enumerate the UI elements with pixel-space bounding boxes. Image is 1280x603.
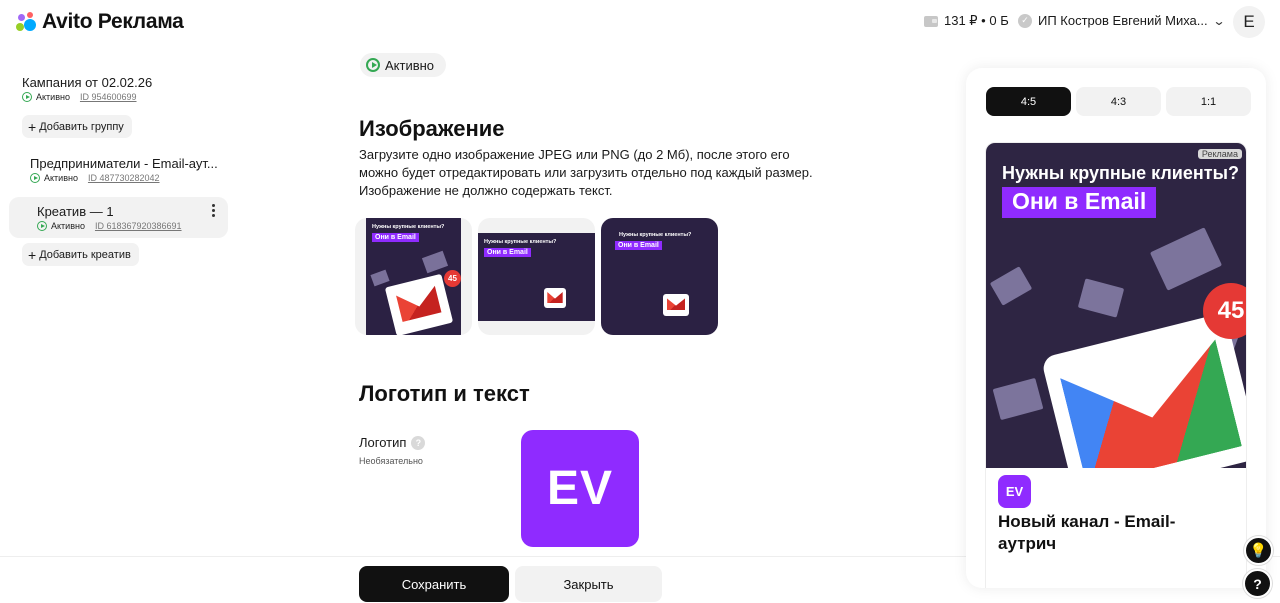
gmail-icon [663,294,689,316]
save-button[interactable]: Сохранить [359,566,509,602]
campaign-id[interactable]: ID 954600699 [80,92,137,102]
creative-status-text: Активно [51,221,85,231]
plus-icon: + [28,246,37,263]
thumbnail-tag: Они в Email [484,248,531,257]
gmail-icon [1040,312,1246,468]
add-creative-button[interactable]: + Добавить креатив [22,243,139,266]
campaign-status: Активно ID 954600699 [22,92,137,102]
more-menu-icon[interactable] [212,204,216,217]
envelope-icon [989,266,1033,306]
status-badge[interactable]: Активно [360,53,447,77]
gmail-icon [384,273,454,335]
help-icon[interactable]: ? [411,435,426,450]
tab-ratio-1-1[interactable]: 1:1 [1166,87,1251,116]
play-icon [37,221,47,231]
thumbnail-art: Нужны крупные клиенты? Они в Email 45 [366,218,461,335]
plus-icon: + [28,118,37,135]
add-group-button[interactable]: + Добавить группу [22,115,132,138]
image-section-title: Изображение [359,116,505,141]
avatar[interactable]: Е [1233,6,1265,38]
unread-badge: 45 [444,270,461,287]
ad-image: 45 Реклама Нужны крупные клиенты? Они в … [986,143,1246,468]
logo-optional-hint: Необязательно [359,456,423,466]
creative-item-selected[interactable]: Креатив — 1 Активно ID 618367920386691 [9,197,228,238]
account-switcher[interactable]: ✓ ИП Костров Евгений Миха... ⌄ [1018,13,1226,28]
avito-logo-icon [16,11,38,33]
play-icon [22,92,32,102]
campaign-status-text: Активно [36,92,70,102]
image-thumbnails: Нужны крупные клиенты? Они в Email 45 Ну… [355,218,718,335]
thumbnail-header: Нужны крупные клиенты? [484,239,557,245]
image-section-description: Загрузите одно изображение JPEG или PNG … [359,147,813,198]
logo-text: Avito Реклама [42,10,184,33]
tab-ratio-4-5[interactable]: 4:5 [986,87,1071,116]
logo-section-title: Логотип и текст [359,381,530,406]
envelope-icon [370,269,390,287]
creative-id[interactable]: ID 618367920386691 [95,221,182,231]
gmail-icon [544,288,566,308]
envelope-icon [1077,278,1125,318]
wallet-icon [924,15,938,27]
envelope-icon [421,250,449,274]
verified-icon: ✓ [1018,13,1032,28]
add-creative-label: Добавить креатив [39,248,131,261]
ad-preview-panel: 4:5 4:3 1:1 45 Реклама Нужны крупные кли… [966,68,1266,588]
thumbnail-header: Нужны крупные клиенты? [619,232,692,238]
status-text: Активно [385,57,435,73]
envelope-icon [1149,227,1223,291]
ad-image-tag: Они в Email [1002,187,1157,218]
help-button[interactable]: ? [1243,569,1272,598]
add-group-label: Добавить группу [39,120,124,133]
ad-image-header: Нужны крупные клиенты? [1002,163,1239,183]
ad-title: Новый канал - Email-аутрич [998,512,1176,553]
thumbnail-4-5[interactable]: Нужны крупные клиенты? Они в Email 45 [355,218,472,335]
ad-label: Реклама [1197,149,1242,159]
group-id[interactable]: ID 487730282042 [88,173,160,183]
logo-field-label: Логотип ? [359,435,426,450]
thumbnail-tag: Они в Email [615,241,662,250]
lightbulb-icon[interactable]: 💡 [1244,536,1273,565]
thumbnail-tag: Они в Email [372,233,419,242]
thumbnail-4-3[interactable]: Нужны крупные клиенты? Они в Email [478,218,595,335]
logo-upload[interactable]: EV [521,430,639,547]
ratio-tabs: 4:5 4:3 1:1 [986,87,1251,116]
group-status: Активно ID 487730282042 [30,173,160,183]
thumbnail-art: Нужны крупные клиенты? Они в Email [601,218,718,335]
group-status-text: Активно [44,173,78,183]
play-icon [30,173,40,183]
chevron-down-icon: ⌄ [1212,13,1226,28]
group-title[interactable]: Предприниматели - Email-аут... [30,156,218,171]
thumbnail-1-1[interactable]: Нужны крупные клиенты? Они в Email [601,218,718,335]
avito-logo[interactable]: Avito Реклама [16,10,184,34]
close-button[interactable]: Закрыть [515,566,662,602]
creative-title: Креатив — 1 [37,204,114,219]
balance-value: 131 ₽ • 0 Б [944,13,1009,28]
ad-card-preview: 45 Реклама Нужны крупные клиенты? Они в … [985,142,1247,588]
thumbnail-art: Нужны крупные клиенты? Они в Email [478,233,595,321]
thumbnail-header: Нужны крупные клиенты? [372,224,445,230]
envelope-icon [992,377,1044,421]
tab-ratio-4-3[interactable]: 4:3 [1076,87,1161,116]
creative-status: Активно ID 618367920386691 [37,221,182,231]
logo-label-text: Логотип [359,435,407,450]
balance[interactable]: 131 ₽ • 0 Б [924,13,1009,29]
account-name: ИП Костров Евгений Миха... [1038,13,1208,28]
campaign-title[interactable]: Кампания от 02.02.26 [22,75,152,90]
ad-logo: EV [998,475,1031,508]
play-icon [366,58,380,72]
top-header: Avito Реклама 131 ₽ • 0 Б ✓ ИП Костров Е… [0,0,1280,44]
